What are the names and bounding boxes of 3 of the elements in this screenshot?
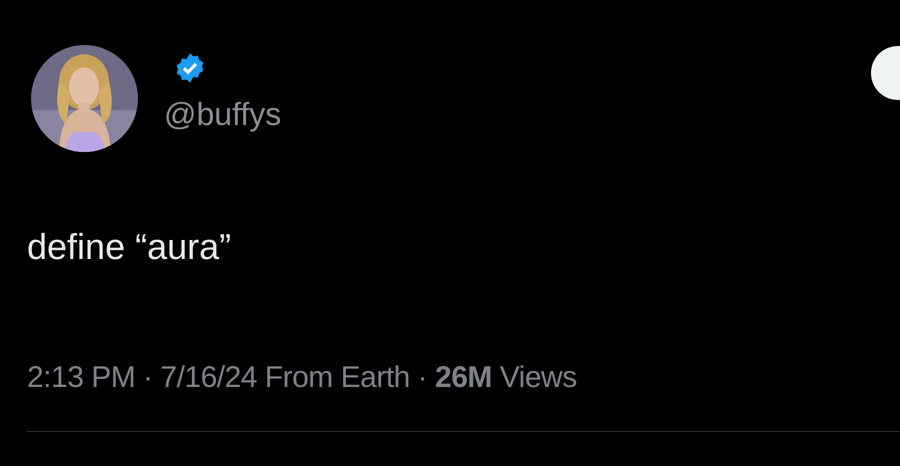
tweet-meta: 2:13 PM · 7/16/24 From Earth · 26M Views: [27, 361, 578, 395]
user-handle[interactable]: @buffys: [164, 96, 282, 133]
tweet-text: define “aura”: [27, 226, 232, 268]
